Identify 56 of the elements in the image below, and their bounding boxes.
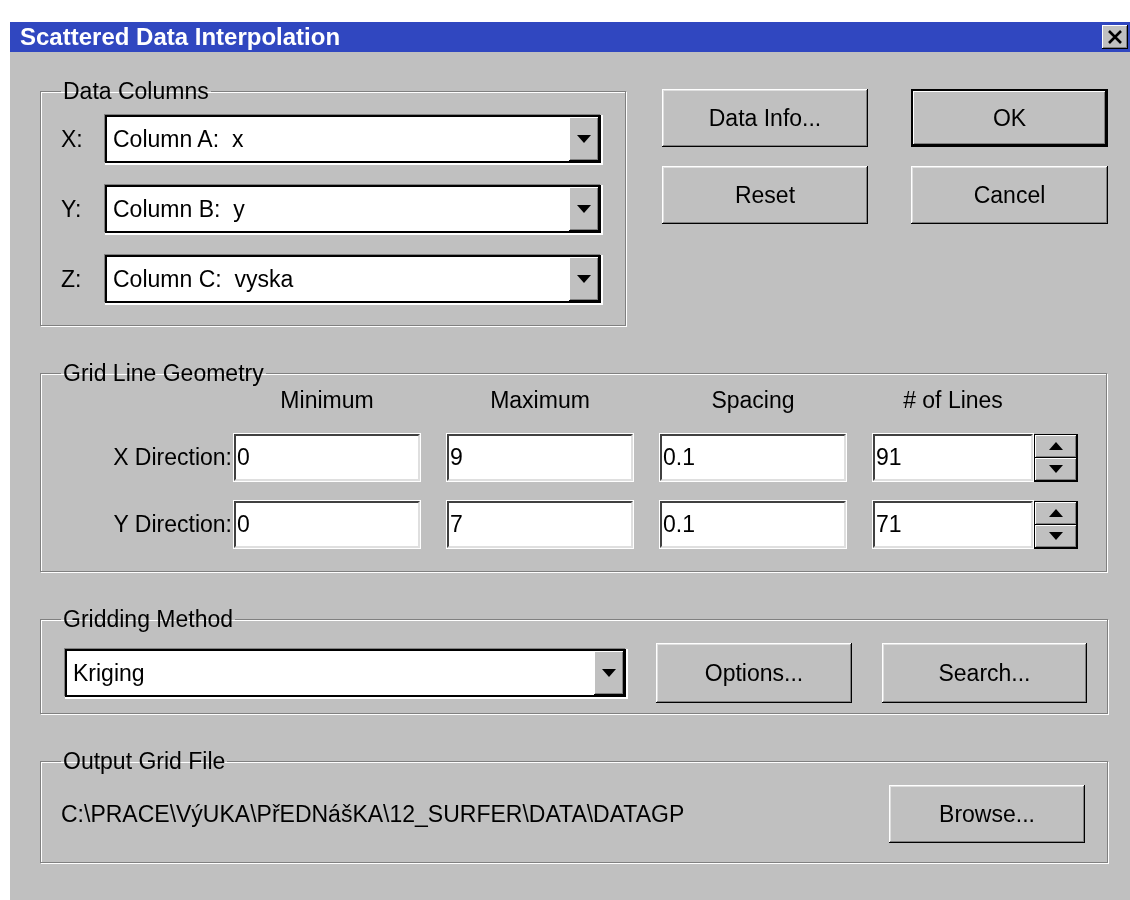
down-arrow-icon	[1049, 532, 1063, 540]
close-icon	[1107, 30, 1123, 44]
axis-label: Z:	[61, 265, 83, 293]
dialog-button[interactable]: Data Info...	[662, 89, 868, 147]
window-title: Scattered Data Interpolation	[20, 23, 341, 51]
dropdown-button[interactable]	[569, 187, 599, 231]
dropdown-field[interactable]: Column B: y	[105, 185, 601, 233]
input-field[interactable]: 71	[873, 501, 1033, 548]
up-arrow-icon	[1049, 442, 1063, 450]
group-label: Output Grid File	[62, 748, 227, 775]
dropdown-button[interactable]	[594, 651, 624, 695]
down-arrow-icon	[1049, 465, 1063, 473]
close-button[interactable]	[1102, 25, 1128, 49]
row-label: Y Direction:	[112, 511, 232, 538]
dialog-button[interactable]: Cancel	[911, 166, 1108, 224]
column-header: Minimum	[279, 387, 375, 414]
spin-up-button[interactable]	[1035, 434, 1077, 458]
input-field[interactable]: 0	[234, 434, 420, 481]
input-field[interactable]: 9	[447, 434, 633, 481]
dropdown-arrow-icon	[577, 135, 591, 143]
input-field[interactable]: 0.1	[660, 501, 846, 548]
dropdown-field[interactable]: Column C: vyska	[105, 255, 601, 303]
input-field[interactable]: 0.1	[660, 434, 846, 481]
group-label: Gridding Method	[62, 606, 235, 633]
input-field[interactable]: 91	[873, 434, 1033, 481]
dropdown-field[interactable]: Kriging	[65, 649, 626, 697]
method-button[interactable]: Search...	[882, 643, 1087, 703]
dialog-button[interactable]: OK	[911, 89, 1108, 147]
up-arrow-icon	[1049, 509, 1063, 517]
spin-down-button[interactable]	[1035, 457, 1077, 481]
input-field[interactable]: 0	[234, 501, 420, 548]
dropdown-value: Column B: y	[112, 194, 246, 224]
dropdown-button[interactable]	[569, 117, 599, 161]
file-path: C:\PRACE\VýUKA\PřEDNášKA\12_SURFER\DATA\DATAGP	[61, 800, 685, 828]
group-label: Data Columns	[62, 78, 210, 105]
method-button[interactable]: Options...	[656, 643, 852, 703]
column-header: Spacing	[710, 387, 796, 414]
spin-down-button[interactable]	[1035, 524, 1077, 548]
input-field[interactable]: 7	[447, 501, 633, 548]
browse-button[interactable]: Browse...	[889, 785, 1085, 843]
column-header: # of Lines	[902, 387, 1004, 414]
spin-up-button[interactable]	[1035, 501, 1077, 525]
dialog-button[interactable]: Reset	[662, 166, 868, 224]
dropdown-value: Column A: x	[112, 124, 245, 154]
column-header: Maximum	[489, 387, 591, 414]
dropdown-arrow-icon	[577, 205, 591, 213]
axis-label: Y:	[61, 195, 83, 223]
dropdown-value: Column C: vyska	[112, 264, 295, 294]
dropdown-arrow-icon	[577, 275, 591, 283]
dropdown-value: Kriging	[72, 658, 146, 688]
dropdown-arrow-icon	[602, 669, 616, 677]
dropdown-button[interactable]	[569, 257, 599, 301]
row-label: X Direction:	[112, 444, 232, 471]
group-label: Grid Line Geometry	[62, 360, 265, 387]
axis-label: X:	[61, 125, 84, 153]
dropdown-field[interactable]: Column A: x	[105, 115, 601, 163]
